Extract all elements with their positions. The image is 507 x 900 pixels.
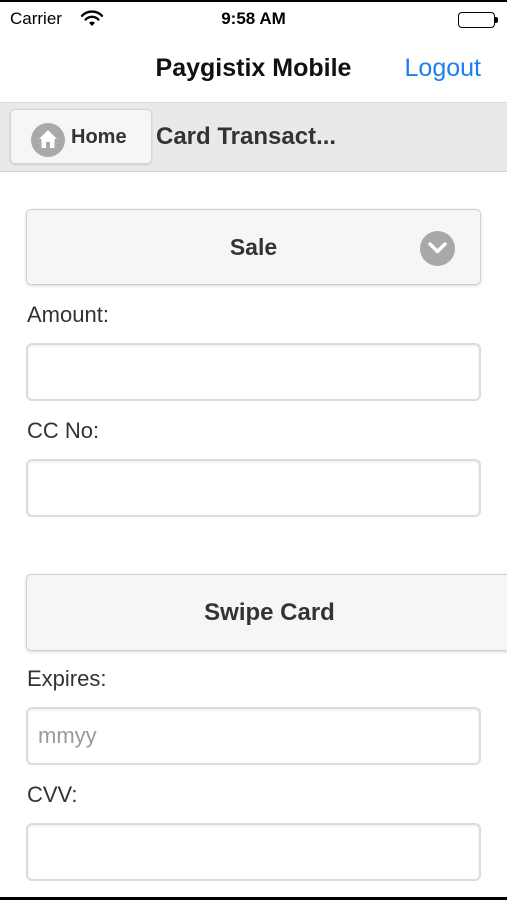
logout-button[interactable]: Logout [405,54,481,83]
transaction-type-select[interactable]: Sale [26,209,481,285]
navigation-bar: Paygistix Mobile Logout [0,36,507,102]
expires-input[interactable] [26,707,481,765]
expires-label: Expires: [27,666,107,691]
battery-icon [458,12,498,28]
cvv-input[interactable] [26,823,481,881]
transaction-type-value: Sale [229,234,278,260]
page-title: Card Transact... [156,123,337,150]
home-button-label: Home [71,126,127,148]
amount-label: Amount: [27,302,109,327]
status-time: 9:58 AM [221,9,286,28]
page-header: Home Card Transact... [0,102,507,172]
cvv-label: CVV: [27,782,78,807]
swipe-card-button[interactable]: Swipe Card [26,574,507,651]
chevron-down-icon [420,231,455,266]
cc-number-label: CC No: [27,418,100,443]
cc-number-input[interactable] [26,459,481,517]
battery-nub [495,17,498,23]
home-button[interactable]: Home [10,109,152,164]
swipe-card-label: Swipe Card [204,599,335,626]
amount-input[interactable] [26,343,481,401]
home-icon [31,123,65,157]
status-bar: Carrier 9:58 AM [0,0,507,36]
